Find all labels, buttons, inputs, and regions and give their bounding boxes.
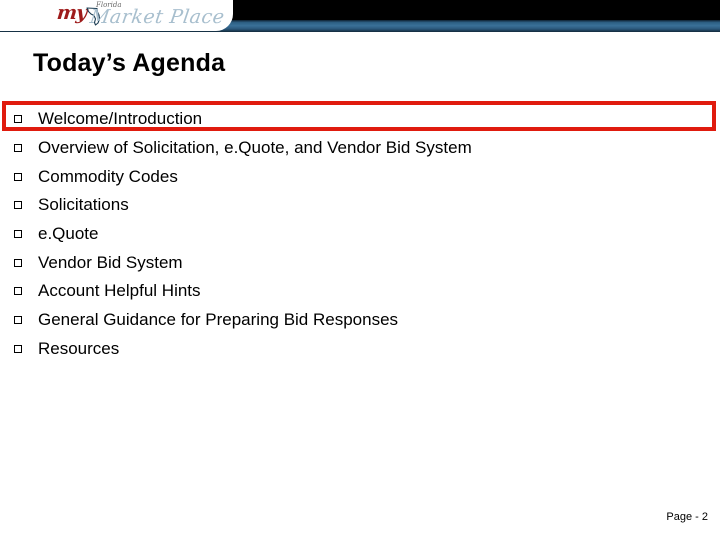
list-item[interactable]: Solicitations <box>0 191 720 220</box>
square-bullet-icon <box>14 316 22 325</box>
page-number: Page - 2 <box>666 511 708 523</box>
list-item-label: Vendor Bid System <box>38 252 183 272</box>
list-item-label: Commodity Codes <box>38 166 178 186</box>
list-item-label: Resources <box>38 338 120 358</box>
list-item[interactable]: Resources <box>0 335 720 364</box>
square-bullet-icon <box>14 258 22 267</box>
square-bullet-icon <box>14 172 22 181</box>
logo-my-text: my <box>55 2 88 24</box>
logo-marketplace-text: Market Place <box>88 6 226 28</box>
list-item[interactable]: Welcome/Introduction <box>0 105 720 134</box>
list-item[interactable]: e.Quote <box>0 220 720 249</box>
page-title: Today’s Agenda <box>33 49 226 77</box>
myfloridamarketplace-logo: my Florida Market Place <box>0 0 233 31</box>
list-item[interactable]: Vendor Bid System <box>0 248 720 277</box>
square-bullet-icon <box>14 115 22 124</box>
square-bullet-icon <box>14 287 22 296</box>
square-bullet-icon <box>14 344 22 353</box>
list-item[interactable]: Overview of Solicitation, e.Quote, and V… <box>0 134 720 163</box>
square-bullet-icon <box>14 230 22 239</box>
list-item[interactable]: Commodity Codes <box>0 162 720 191</box>
logo-panel: my Florida Market Place <box>0 0 233 31</box>
square-bullet-icon <box>14 144 22 153</box>
list-item-label: Welcome/Introduction <box>38 109 203 129</box>
list-item-label: Solicitations <box>38 195 129 215</box>
list-item-label: Overview of Solicitation, e.Quote, and V… <box>38 138 472 158</box>
list-item[interactable]: Account Helpful Hints <box>0 277 720 306</box>
agenda-list: Welcome/Introduction Overview of Solicita… <box>0 105 720 363</box>
list-item-label: General Guidance for Preparing Bid Respo… <box>38 310 399 330</box>
list-item[interactable]: General Guidance for Preparing Bid Respo… <box>0 306 720 335</box>
square-bullet-icon <box>14 201 22 210</box>
list-item-label: Account Helpful Hints <box>38 281 201 301</box>
list-item-label: e.Quote <box>38 224 99 244</box>
